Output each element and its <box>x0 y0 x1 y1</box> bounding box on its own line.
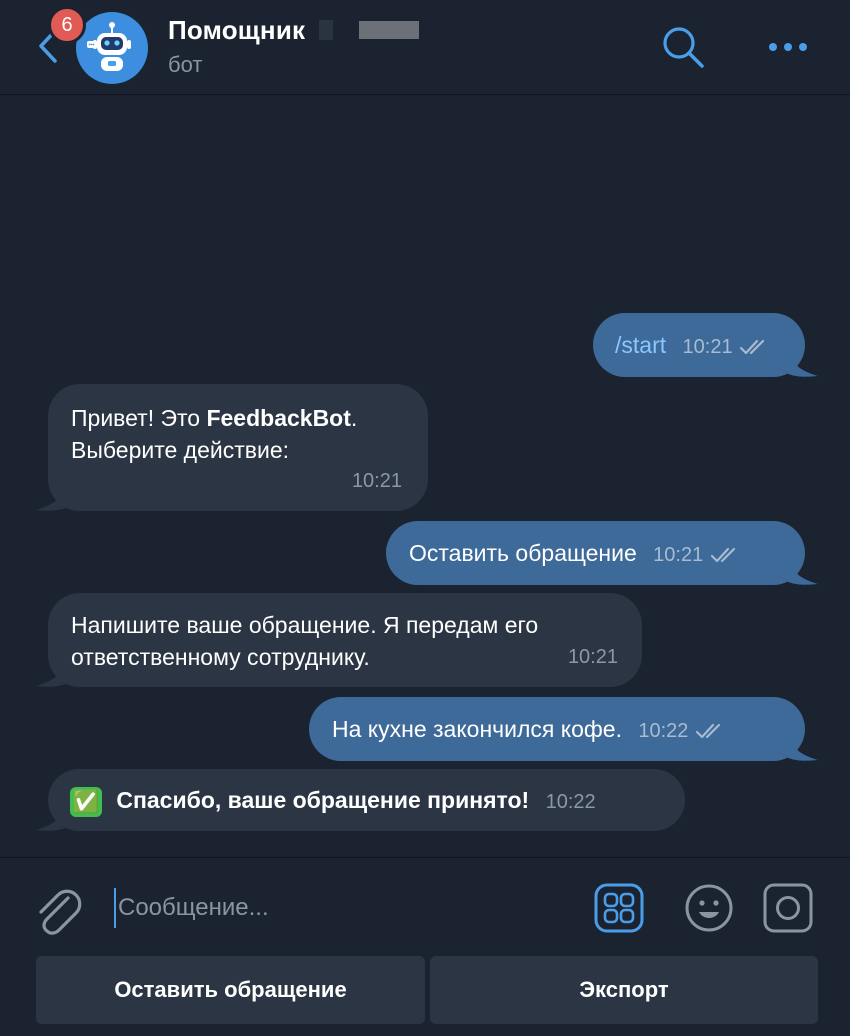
chat-subtitle: бот <box>168 52 203 77</box>
search-icon <box>663 27 704 68</box>
message-outgoing[interactable]: На кухне закончился кофе. 10:22 <box>309 697 805 761</box>
message-incoming[interactable]: ✅ Спасибо, ваше обращение принято! 10:22 <box>48 769 685 831</box>
redacted-block <box>319 20 334 40</box>
keyboard-button-export[interactable]: Экспорт <box>430 956 818 1024</box>
more-button[interactable] <box>762 22 814 72</box>
message-text: Оставить обращение <box>409 540 637 566</box>
chat-title: Помощник <box>168 14 306 45</box>
message-text-line: ответственному сотруднику. <box>71 644 370 670</box>
message-text: Спасибо, ваше обращение принято! <box>116 787 530 813</box>
message-incoming[interactable]: Привет! Это FeedbackBot. Выберите действ… <box>48 384 428 511</box>
camera-icon <box>763 883 813 933</box>
check-mark-emoji-icon: ✅ <box>70 786 102 817</box>
attach-button[interactable] <box>30 884 84 938</box>
message-text: . <box>350 405 358 431</box>
message-outgoing[interactable]: Оставить обращение 10:21 <box>386 521 805 585</box>
chat-header: 6 Помощник бот <box>0 0 850 95</box>
message-text-line: Напишите ваше обращение. Я передам его <box>71 612 539 638</box>
bot-menu-button[interactable] <box>593 882 645 934</box>
camera-button[interactable] <box>762 882 814 934</box>
read-checks-icon <box>739 339 765 355</box>
avatar[interactable] <box>76 12 148 84</box>
command-link[interactable]: /start <box>615 332 666 358</box>
read-checks-icon <box>710 547 735 563</box>
message-text: На кухне закончился кофе. <box>332 716 622 742</box>
message-time: 10:21 <box>567 646 618 668</box>
message-incoming[interactable]: Напишите ваше обращение. Я передам его о… <box>48 593 642 687</box>
chat-title-block[interactable]: Помощник бот <box>168 14 420 78</box>
message-time: 10:21 <box>653 544 704 566</box>
message-outgoing[interactable]: /start 10:21 <box>593 313 805 377</box>
message-time: 10:21 <box>351 470 402 492</box>
emoji-icon <box>685 884 733 932</box>
message-text: Привет! Это <box>71 405 207 431</box>
paperclip-icon <box>39 889 82 935</box>
keyboard-button-leave-request[interactable]: Оставить обращение <box>36 956 425 1024</box>
message-time: 10:22 <box>545 791 596 813</box>
read-checks-icon <box>695 723 720 739</box>
bot-menu-icon <box>594 883 644 933</box>
search-button[interactable] <box>658 22 708 72</box>
robot-icon <box>87 22 131 71</box>
unread-badge: 6 <box>48 6 86 44</box>
message-input[interactable] <box>114 888 534 928</box>
bot-name: FeedbackBot <box>206 405 351 431</box>
message-text-line: Привет! Это FeedbackBot. <box>71 402 406 434</box>
emoji-button[interactable] <box>683 882 735 934</box>
message-text-line: Выберите действие: <box>71 437 290 463</box>
more-dots-icon <box>769 43 807 51</box>
message-time: 10:21 <box>682 336 733 358</box>
redacted-block <box>359 21 420 39</box>
message-composer: Оставить обращение Экспорт <box>0 857 850 1036</box>
message-time: 10:22 <box>638 720 689 742</box>
